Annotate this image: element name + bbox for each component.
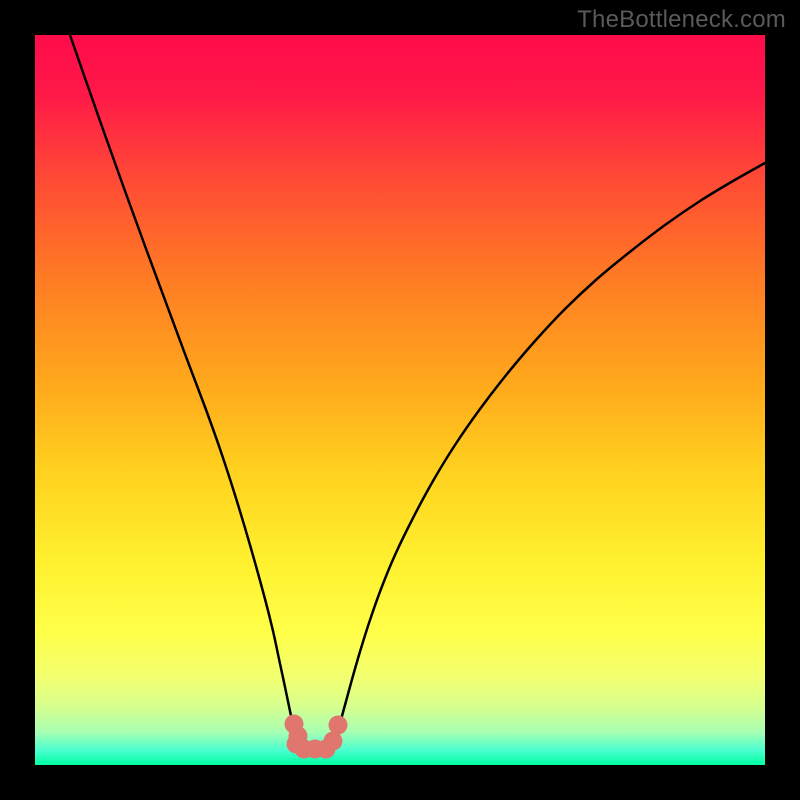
watermark-text: TheBottleneck.com bbox=[577, 6, 786, 34]
plot-area bbox=[35, 35, 765, 765]
marker-dot bbox=[329, 716, 348, 735]
chart-frame: TheBottleneck.com bbox=[0, 0, 800, 800]
chart-svg bbox=[35, 35, 765, 765]
gradient-background bbox=[35, 35, 765, 765]
